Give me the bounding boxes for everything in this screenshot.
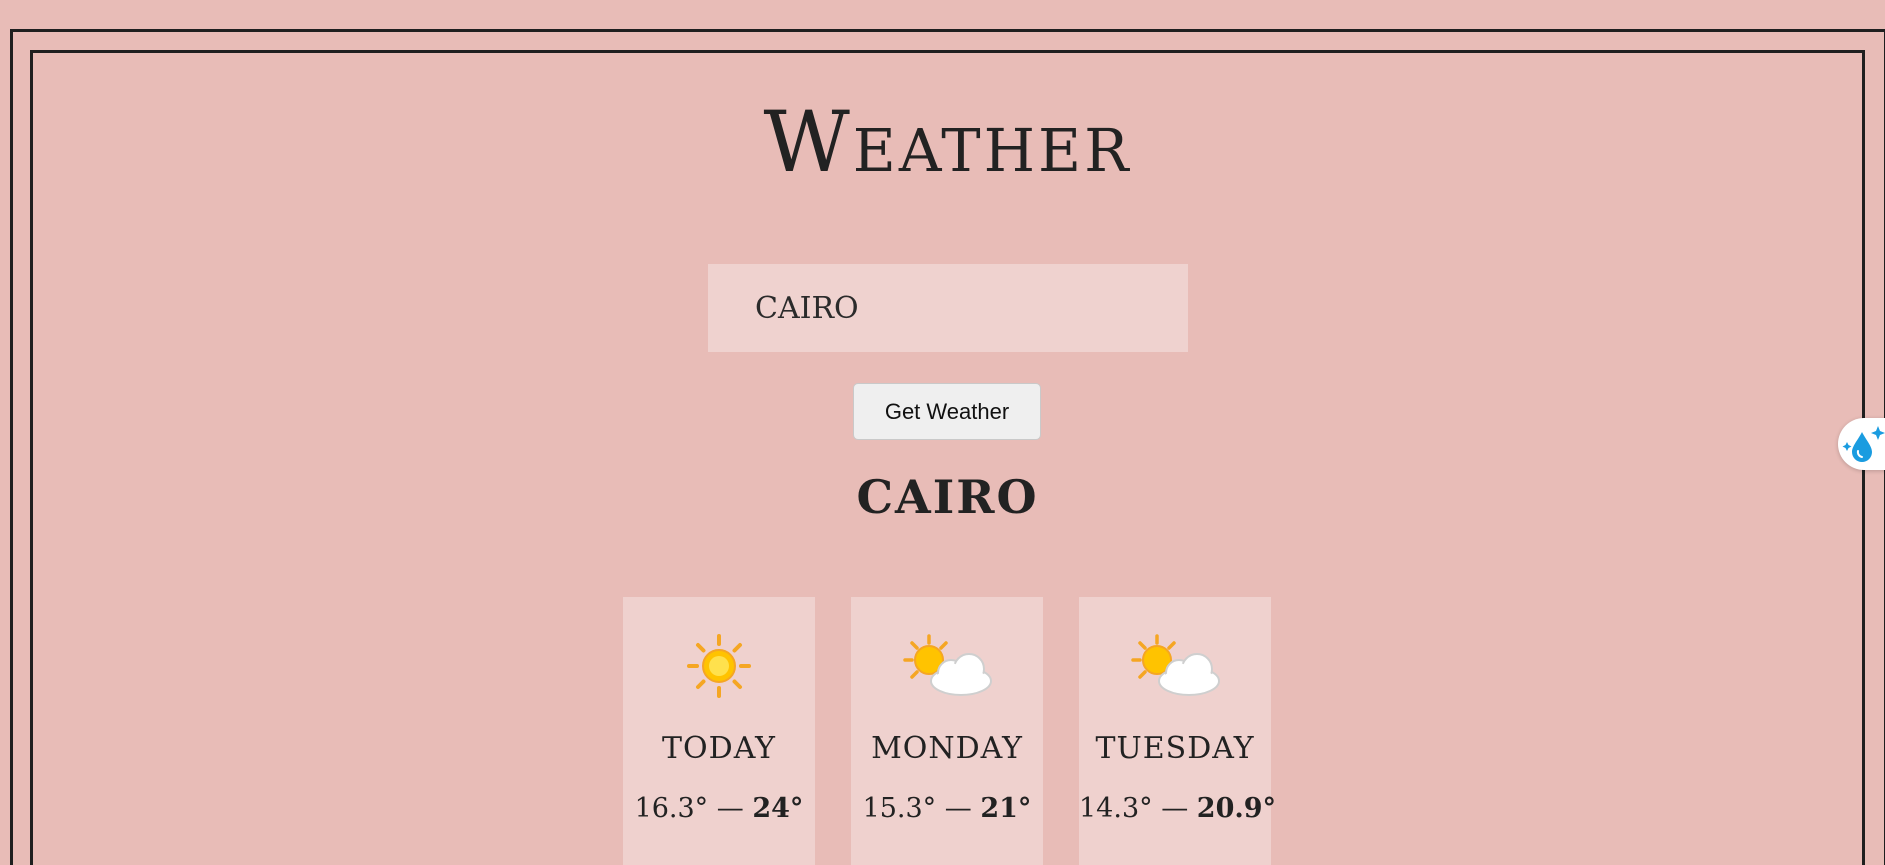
forecast-temperature-range: 14.3° — 20.9° <box>1079 793 1276 824</box>
water-drop-sparkle-icon <box>1838 426 1885 474</box>
page-title: Weather <box>763 93 1132 191</box>
sun-behind-cloud-icon <box>851 631 1043 701</box>
low-temperature: 15.3° <box>862 793 937 824</box>
weather-app: Weather Get Weather Cairo <box>0 0 1885 865</box>
forecast-day-label: Tuesday <box>1095 731 1255 766</box>
forecast-temperature-range: 16.3° — 24° <box>623 793 815 824</box>
extension-floating-tab[interactable] <box>1838 418 1885 470</box>
temperature-separator: — <box>708 793 753 824</box>
city-search-input[interactable] <box>708 264 1188 352</box>
forecast-card-tuesday: Tuesday 14.3° — 20.9° <box>1079 597 1276 865</box>
city-name-heading: Cairo <box>856 470 1039 524</box>
high-temperature: 24° <box>752 793 804 824</box>
temperature-separator: — <box>936 793 981 824</box>
forecast-day-label: Monday <box>871 731 1023 766</box>
sun-behind-cloud-icon <box>1079 631 1271 701</box>
high-temperature: 21° <box>980 793 1032 824</box>
forecast-temperature-range: 15.3° — 21° <box>851 793 1043 824</box>
forecast-card-today: Today 16.3° — 24° <box>623 597 815 865</box>
forecast-card-monday: Monday 15.3° — 21° <box>851 597 1043 865</box>
get-weather-button[interactable]: Get Weather <box>853 383 1041 440</box>
high-temperature: 20.9° <box>1196 793 1277 824</box>
low-temperature: 16.3° <box>634 793 709 824</box>
forecast-day-label: Today <box>662 731 776 766</box>
sun-icon <box>623 631 815 701</box>
temperature-separator: — <box>1152 793 1197 824</box>
low-temperature: 14.3° <box>1079 793 1153 824</box>
